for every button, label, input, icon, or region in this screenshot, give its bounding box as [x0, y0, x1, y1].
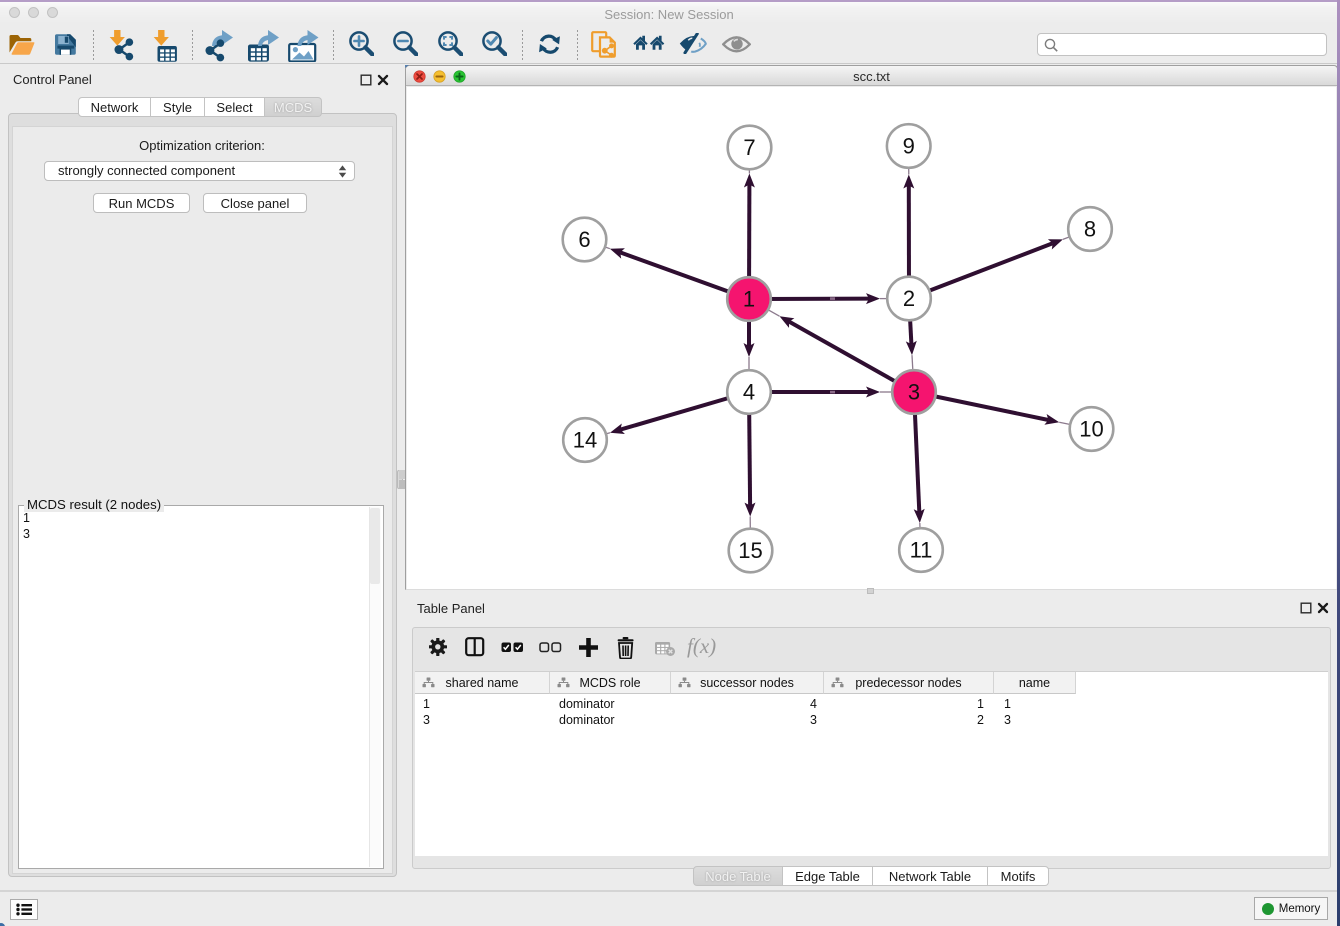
svg-text:7: 7	[743, 135, 755, 160]
svg-text:2: 2	[903, 286, 915, 311]
svg-text:3: 3	[908, 380, 920, 405]
svg-text:9: 9	[903, 134, 915, 159]
svg-text:11: 11	[910, 538, 933, 563]
svg-text:8: 8	[1084, 217, 1096, 242]
svg-text:6: 6	[578, 227, 590, 252]
svg-text:4: 4	[743, 380, 755, 405]
svg-text:1: 1	[743, 287, 755, 312]
svg-text:15: 15	[738, 538, 762, 563]
svg-text:14: 14	[573, 428, 597, 453]
svg-text:10: 10	[1079, 417, 1103, 442]
